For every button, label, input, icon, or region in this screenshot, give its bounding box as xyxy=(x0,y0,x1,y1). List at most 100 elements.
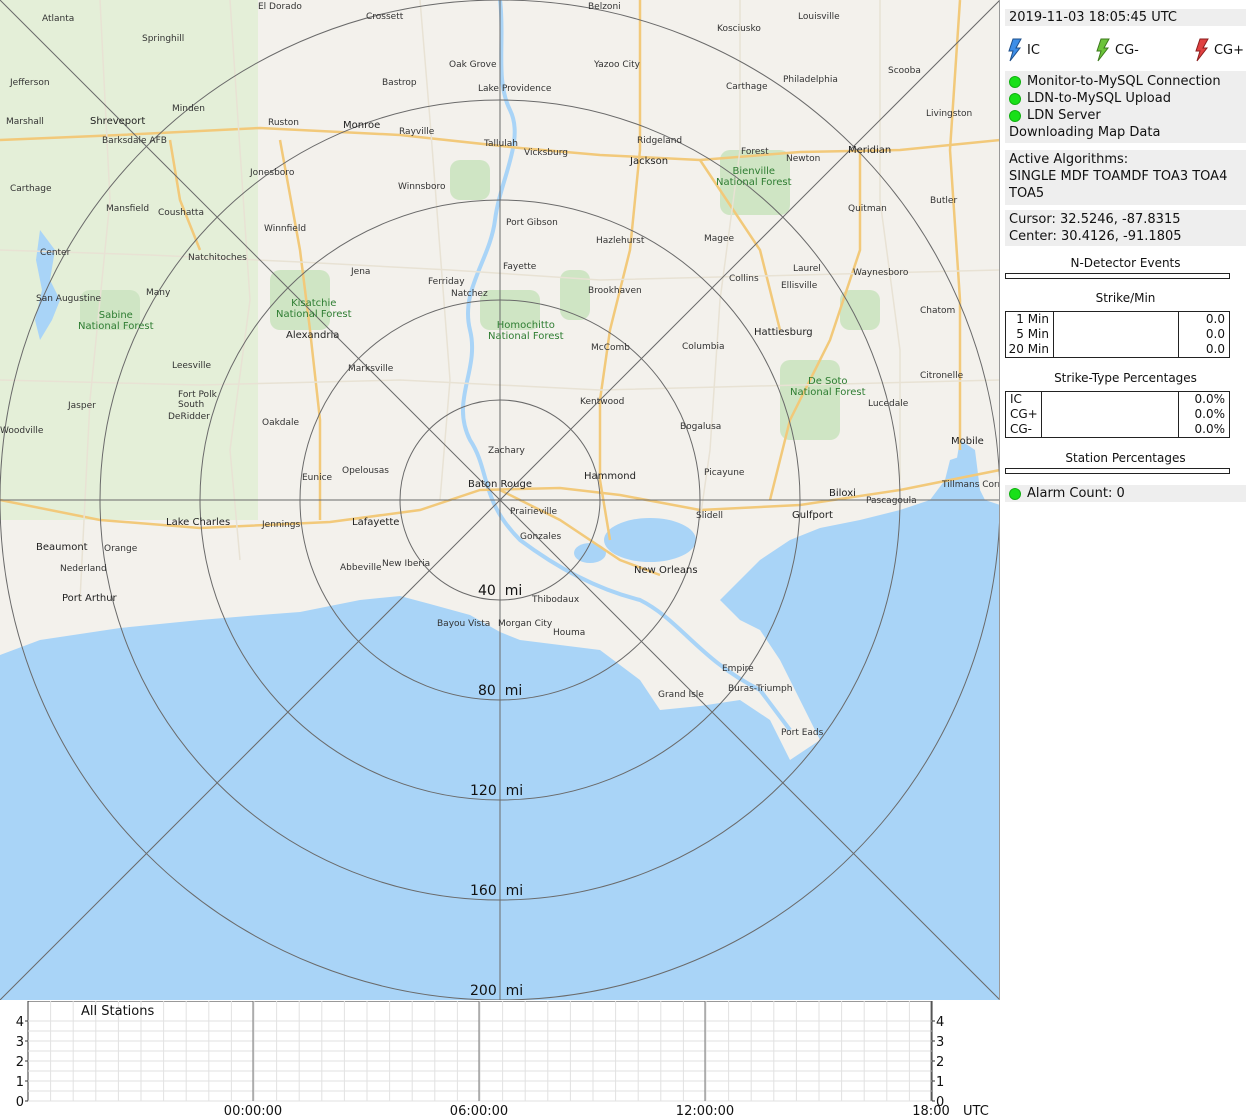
row-label: 20 Min xyxy=(1006,342,1054,357)
forest-patch xyxy=(840,290,880,330)
range-ring-unit: mi xyxy=(505,783,524,799)
legend-cg-plus: CG+ xyxy=(1194,38,1244,62)
connection-status: Monitor-to-MySQL Connection LDN-to-MySQL… xyxy=(1005,71,1246,143)
place-label: Natchitoches xyxy=(188,253,247,263)
range-ring-label-160: 160 mi xyxy=(470,883,523,899)
place-label: Magee xyxy=(704,234,735,244)
status-ldn-server: LDN Server xyxy=(1009,107,1242,124)
place-label: Ruston xyxy=(268,118,299,128)
table-row: 1 Min 0.0 xyxy=(1006,312,1229,327)
n-detector-bar xyxy=(1005,273,1230,279)
place-label: Fayette xyxy=(503,262,537,272)
place-label: Oakdale xyxy=(262,418,300,428)
place-label: Port Arthur xyxy=(62,593,117,604)
lightning-cg-plus-icon xyxy=(1195,38,1209,62)
status-ok-indicator xyxy=(1009,75,1021,88)
row-value: 0.0% xyxy=(1194,392,1226,406)
y-tick-label: 2 xyxy=(936,1055,944,1070)
place-label: Buras-Triumph xyxy=(728,684,793,694)
place-label: Ridgeland xyxy=(637,136,683,146)
active-algorithms: Active Algorithms: SINGLE MDF TOAMDF TOA… xyxy=(1005,150,1246,205)
lightning-map[interactable]: El Dorado Crossett Belzoni Louisville Atlant… xyxy=(0,0,1000,1000)
status-ok-indicator xyxy=(1009,109,1021,122)
place-label: Nederland xyxy=(60,564,107,574)
place-label: Mansfield xyxy=(106,204,150,214)
info-panel: 2019-11-03 18:05:45 UTC IC CG- CG+ Monit… xyxy=(1001,0,1250,1120)
place-label: Columbia xyxy=(682,342,725,352)
place-label: Springhill xyxy=(142,34,185,44)
place-label: Lafayette xyxy=(352,517,400,528)
place-label: New Iberia xyxy=(382,559,431,569)
range-ring-label-40: 40 mi xyxy=(478,583,522,599)
x-tick-label: 06:00:00 xyxy=(450,1104,508,1119)
place-label: Fort Polk South xyxy=(178,390,217,410)
place-label: Leesville xyxy=(172,361,211,371)
place-label: Laurel xyxy=(793,264,821,274)
place-label: Vicksburg xyxy=(524,148,568,158)
place-label: Carthage xyxy=(10,184,52,194)
utc-timestamp: 2019-11-03 18:05:45 UTC xyxy=(1005,9,1246,26)
place-label: Winnfield xyxy=(264,224,307,234)
place-label: Many xyxy=(146,288,171,298)
place-label: Slidell xyxy=(696,511,723,521)
place-label: Houma xyxy=(553,628,586,638)
range-ring-unit: mi xyxy=(505,883,524,899)
y-tick-label: 1 xyxy=(16,1075,24,1090)
place-label: Hammond xyxy=(584,471,636,482)
row-value: 0.0 xyxy=(1205,327,1225,341)
place-label: Livingston xyxy=(926,109,973,119)
alarm-indicator xyxy=(1009,487,1021,500)
chart-title: All Stations xyxy=(81,1004,154,1019)
place-label: Carthage xyxy=(726,82,768,92)
range-ring-value: 200 xyxy=(470,983,497,999)
y-tick-label: 2 xyxy=(16,1055,24,1070)
forest-patch xyxy=(450,160,490,200)
status-label: Monitor-to-MySQL Connection xyxy=(1027,74,1221,89)
strike-min-title: Strike/Min xyxy=(1095,291,1156,305)
row-label: CG- xyxy=(1006,422,1042,437)
place-label: Mobile xyxy=(951,436,984,447)
x-tick-label: 18:00 xyxy=(912,1104,949,1119)
range-ring-unit: mi xyxy=(505,983,524,999)
place-label: Atlanta xyxy=(42,14,75,24)
place-label: Philadelphia xyxy=(783,75,838,85)
place-label: Hazlehurst xyxy=(596,236,645,246)
place-label: Newton xyxy=(786,154,821,164)
place-label: Beaumont xyxy=(36,542,88,553)
place-label: Meridian xyxy=(848,145,892,156)
place-label: El Dorado xyxy=(258,2,302,12)
station-percentages-title: Station Percentages xyxy=(1065,451,1186,465)
place-label: Marksville xyxy=(348,364,394,374)
place-label: Jena xyxy=(351,267,371,277)
y-tick-label: 4 xyxy=(16,1015,24,1030)
place-label: Rayville xyxy=(399,127,435,137)
place-label: Grand Isle xyxy=(658,690,704,700)
place-label: Prairieville xyxy=(510,507,558,517)
row-bar xyxy=(1042,392,1179,407)
row-label: CG+ xyxy=(1006,407,1042,422)
row-bar xyxy=(1042,422,1179,437)
place-label: Empire xyxy=(722,664,754,674)
place-label: Quitman xyxy=(848,204,887,214)
place-label: Forest xyxy=(741,147,769,157)
range-ring-unit: mi xyxy=(504,583,523,599)
range-ring-unit: mi xyxy=(504,683,523,699)
strike-type-legend: IC CG- CG+ xyxy=(1005,36,1246,64)
place-label: Opelousas xyxy=(342,466,389,476)
place-label: Coushatta xyxy=(158,208,204,218)
place-label: Belzoni xyxy=(588,2,621,12)
place-label: Scooba xyxy=(888,66,921,76)
place-label: Jonesboro xyxy=(250,168,295,178)
place-label: Monroe xyxy=(343,120,381,131)
station-percentages-bar xyxy=(1005,468,1230,474)
place-label: Gulfport xyxy=(792,510,833,521)
place-label: Woodville xyxy=(0,426,44,436)
x-tick-label: 00:00:00 xyxy=(224,1104,282,1119)
place-label: Collins xyxy=(729,274,759,284)
strike-type-table: IC 0.0% CG+ 0.0% CG- 0.0% xyxy=(1005,391,1230,438)
place-label: Kisatchie National Forest xyxy=(276,298,352,320)
place-label: Tillmans Corner xyxy=(942,480,999,490)
range-ring-label-120: 120 mi xyxy=(470,783,523,799)
row-value: 0.0 xyxy=(1205,342,1225,356)
place-label: Homochitto National Forest xyxy=(488,320,564,342)
